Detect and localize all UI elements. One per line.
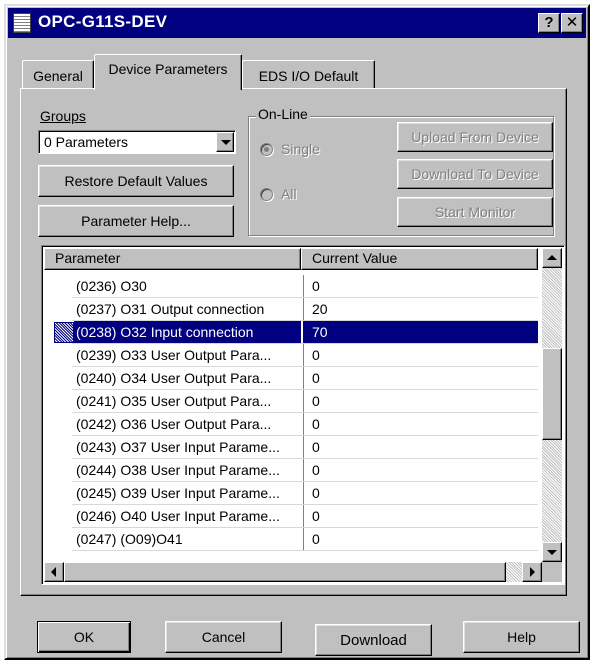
chevron-down-icon [221,140,231,145]
parameter-cell: (0239) O33 User Output Para... [76,347,272,363]
arrow-down-icon [547,550,557,555]
table-row[interactable]: (0236) O30 0 [44,275,538,298]
table-row[interactable]: (0243) O37 User Input Parame... 0 [44,436,538,459]
scroll-corner [542,562,562,582]
tab-device-parameters[interactable]: Device Parameters [94,54,242,90]
scroll-up-button[interactable] [542,248,562,268]
groups-label-text: Groups [40,108,86,124]
parameter-cell: (0245) O39 User Input Parame... [76,485,280,501]
tab-eds-io-default[interactable]: EDS I/O Default [242,60,375,88]
arrow-right-icon [530,567,535,577]
groups-label: Groups [40,108,86,124]
value-cell[interactable]: 0 [303,505,538,528]
column-header-current-value[interactable]: Current Value [301,248,538,270]
radio-single[interactable] [260,143,273,156]
cancel-button[interactable]: Cancel [165,621,282,653]
arrow-left-icon [51,567,56,577]
row-selector-marker [54,322,74,343]
table-row[interactable]: (0244) O38 User Input Parame... 0 [44,459,538,482]
table-row[interactable]: (0246) O40 User Input Parame... 0 [44,505,538,528]
ok-button[interactable]: OK [37,621,131,653]
online-label: On-Line [256,106,310,122]
restore-defaults-button[interactable]: Restore Default Values [38,165,234,197]
value-cell[interactable]: 0 [303,459,538,482]
help-button[interactable]: Help [463,621,580,653]
start-monitor-button[interactable]: Start Monitor [397,197,553,227]
radio-dot [264,147,269,152]
table-row[interactable]: (0237) O31 Output connection 20 [44,298,538,321]
parameter-cell: (0242) O36 User Output Para... [76,416,272,432]
tab-general[interactable]: General [22,60,94,88]
download-to-device-button[interactable]: Download To Device [397,159,553,189]
download-button[interactable]: Download [315,624,432,656]
row-divider [72,550,538,551]
groups-dropdown-button[interactable] [216,132,234,152]
table-row[interactable]: (0239) O33 User Output Para... 0 [44,344,538,367]
parameter-cell: (0237) O31 Output connection [76,301,265,317]
table-row[interactable]: (0245) O39 User Input Parame... 0 [44,482,538,505]
value-cell[interactable]: 70 [303,321,538,344]
upload-from-device-button[interactable]: Upload From Device [397,122,553,152]
groups-select[interactable]: 0 Parameters [38,130,236,154]
help-title-button[interactable]: ? [538,13,560,33]
parameter-list: Parameter Current Value (0236) O30 0 (0237… [41,245,565,585]
parameter-cell: (0236) O30 [76,278,147,294]
value-cell[interactable]: 0 [303,436,538,459]
table-row[interactable]: (0238) O32 Input connection 70 [44,321,538,344]
parameter-cell: (0247) (O09)O41 [76,531,183,547]
parameter-cell: (0238) O32 Input connection [74,321,301,344]
parameter-cell: (0241) O35 User Output Para... [76,393,272,409]
radio-single-label: Single [281,141,320,157]
vertical-scroll-thumb[interactable] [542,348,562,440]
radio-all[interactable] [260,188,273,201]
title-bar[interactable]: OPC-G11S-DEV ? ✕ [8,8,586,38]
parameter-cell: (0243) O37 User Input Parame... [76,439,280,455]
table-row[interactable]: (0247) (O09)O41 0 [44,528,538,551]
table-row[interactable]: (0241) O35 User Output Para... 0 [44,390,538,413]
table-row[interactable]: (0240) O34 User Output Para... 0 [44,367,538,390]
value-cell[interactable]: 0 [303,528,538,551]
arrow-up-icon [547,255,557,260]
window-title: OPC-G11S-DEV [38,12,168,31]
parameter-cell: (0244) O38 User Input Parame... [76,462,280,478]
radio-all-label: All [281,186,297,202]
app-icon [13,13,31,33]
scroll-down-button[interactable] [542,542,562,562]
scroll-left-button[interactable] [44,562,64,582]
vertical-scrollbar[interactable] [542,248,562,562]
value-cell[interactable]: 0 [303,275,538,298]
value-cell[interactable]: 0 [303,390,538,413]
parameter-help-button[interactable]: Parameter Help... [38,205,234,237]
value-cell[interactable]: 20 [303,298,538,321]
value-cell[interactable]: 0 [303,482,538,505]
scroll-right-button[interactable] [522,562,542,582]
value-cell[interactable]: 0 [303,367,538,390]
column-header-parameter[interactable]: Parameter [44,248,301,270]
horizontal-scrollbar[interactable] [44,562,542,582]
close-title-button[interactable]: ✕ [561,13,583,33]
parameter-cell: (0246) O40 User Input Parame... [76,508,280,524]
parameter-cell: (0240) O34 User Output Para... [76,370,272,386]
groups-select-value: 0 Parameters [44,134,129,150]
value-cell[interactable]: 0 [303,413,538,436]
value-cell[interactable]: 0 [303,344,538,367]
horizontal-scroll-thumb[interactable] [64,562,506,582]
table-row[interactable]: (0242) O36 User Output Para... 0 [44,413,538,436]
